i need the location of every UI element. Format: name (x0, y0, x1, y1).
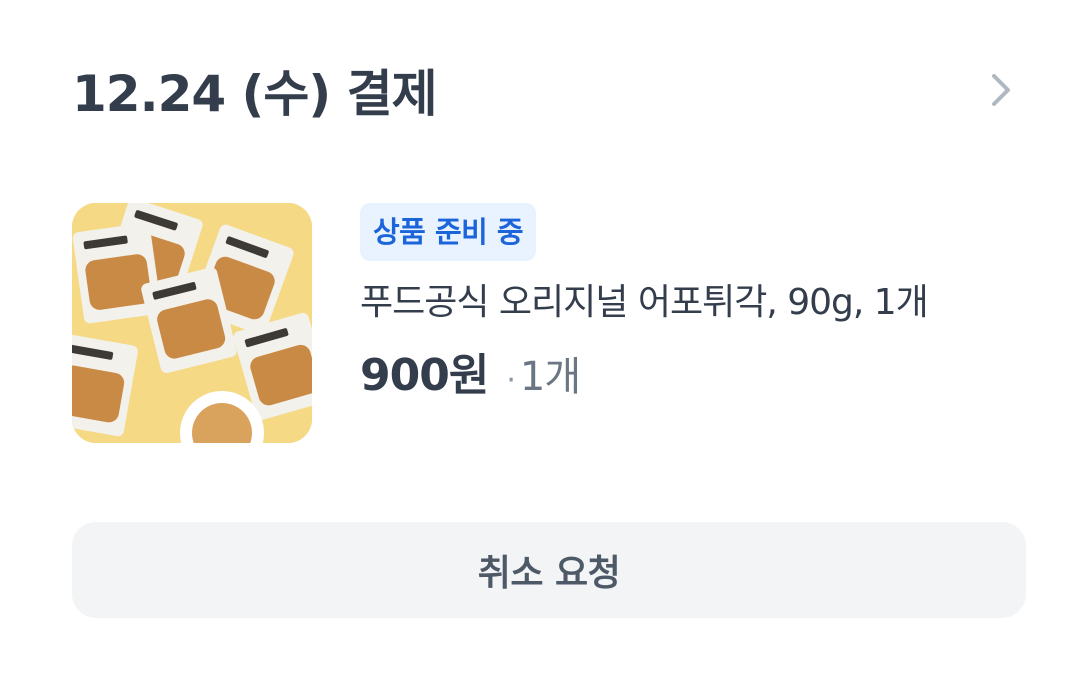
order-card: 12.24 (수) 결제 상품 준비 중 푸드공식 오리지널 어포튀각, 90g… (0, 0, 1080, 673)
product-price: 900원 (360, 350, 489, 401)
order-header[interactable]: 12.24 (수) 결제 (72, 52, 1012, 128)
product-image (72, 203, 312, 443)
product-name[interactable]: 푸드공식 오리지널 어포튀각, 90g, 1개 (360, 279, 1040, 327)
separator-dot: · (506, 363, 516, 398)
product-thumbnail[interactable] (72, 203, 312, 443)
chevron-right-icon (992, 74, 1010, 106)
product-info: 상품 준비 중 푸드공식 오리지널 어포튀각, 90g, 1개 900원 · 1… (360, 203, 1040, 403)
order-date-title: 12.24 (수) 결제 (72, 65, 438, 123)
status-badge: 상품 준비 중 (360, 203, 537, 261)
cancel-request-button[interactable]: 취소 요청 (72, 522, 1026, 618)
product-quantity: 1개 (519, 354, 581, 400)
order-detail-button[interactable] (972, 60, 1012, 120)
price-row: 900원 · 1개 (360, 339, 1040, 403)
